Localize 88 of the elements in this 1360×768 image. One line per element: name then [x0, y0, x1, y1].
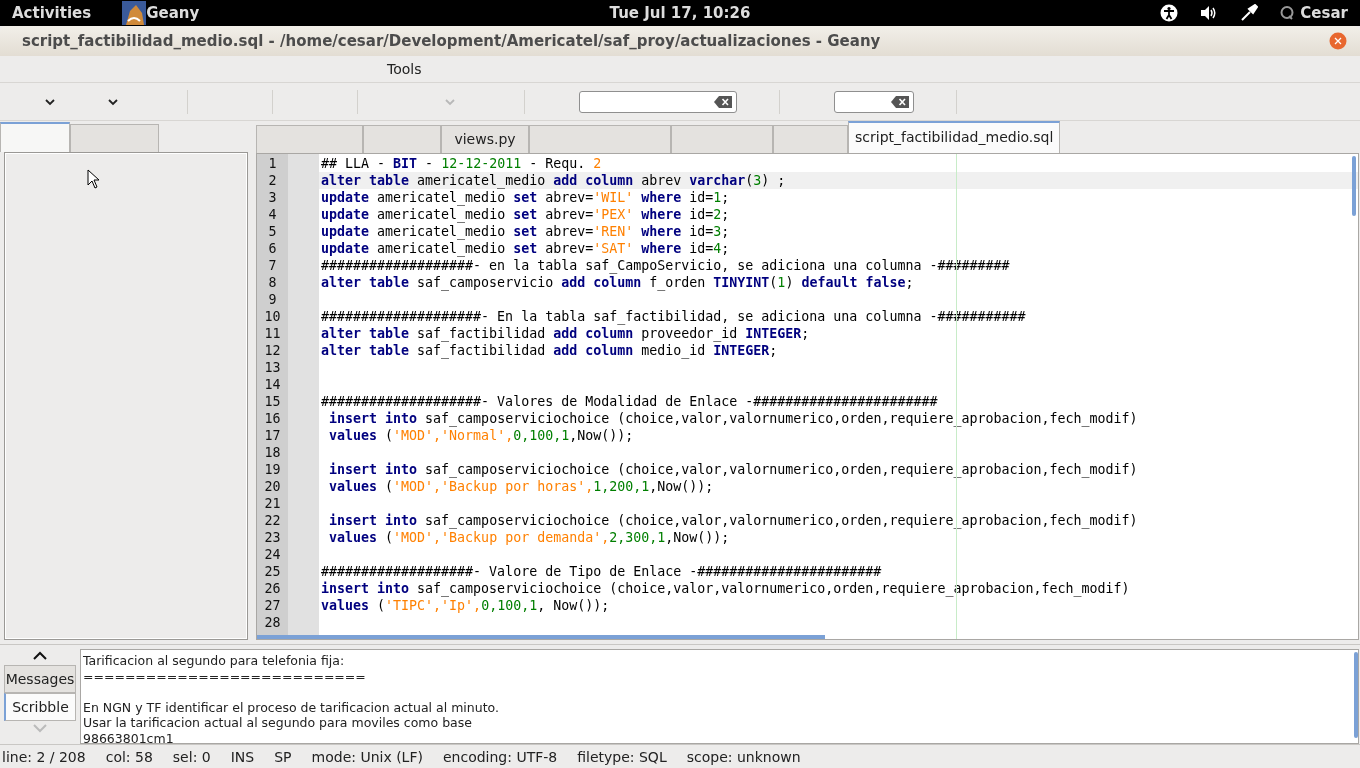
search-field[interactable]: [579, 90, 737, 113]
scribble-line: 98663801cm1: [83, 730, 175, 746]
status-item: scope: unknown: [686, 748, 801, 765]
line-number: 3: [267, 189, 278, 206]
code-line: values ('MOD','Backup por horas',1,200,1,Now());: [328, 479, 714, 494]
window-title: script_factibilidad_medio.sql - /home/cesar/Development/Americatel/saf_proy/actualizaciones - Geany: [22, 32, 881, 50]
code-line: insert into saf_camposerviciochoice (choice,valor,valornumerico,orden,requiere_aprobacion,fech_modif): [328, 411, 1138, 426]
code-line: alter table saf_factibilidad add column medio_id INTEGER;: [321, 343, 778, 358]
code-editor[interactable]: [256, 153, 1359, 640]
scribble-line: En NGN y TF identificar el proceso de tarificacion actual al minuto.: [83, 699, 500, 715]
line-number: 11: [263, 325, 282, 342]
status-item: INS: [230, 748, 255, 765]
status-item: SP: [274, 748, 292, 765]
app-name[interactable]: Geany: [146, 4, 200, 22]
line-number: 10: [263, 308, 282, 325]
accessibility-icon[interactable]: [1160, 4, 1179, 22]
status-item: encoding: UTF-8: [442, 748, 558, 765]
line-number: 13: [263, 359, 282, 376]
mouse-pointer-icon: [87, 169, 100, 189]
line-number: 4: [267, 206, 278, 223]
line-number: 9: [267, 291, 278, 308]
code-line: values ('TIPC','Ip',0,100,1, Now());: [321, 598, 610, 613]
line-number: 28: [263, 614, 282, 631]
line-number: 6: [267, 240, 278, 257]
line-number: 17: [263, 427, 282, 444]
code-line: insert into saf_camposerviciochoice (choice,valor,valornumerico,orden,requiere_aprobacion,fech_modif): [328, 513, 1138, 528]
code-line: update americatel_medio set abrev='WIL' where id=1;: [321, 190, 730, 205]
file-tab[interactable]: views.py: [441, 125, 529, 153]
activities-button[interactable]: Activities: [0, 4, 104, 22]
line-number: 7: [267, 257, 278, 274]
scroll-up-icon[interactable]: [32, 651, 48, 661]
clear-icon[interactable]: [714, 95, 732, 108]
code-line: alter table saf_camposervicio add column f_orden TINYINT(1) default false;: [321, 275, 914, 290]
line-number: 16: [263, 410, 282, 427]
pen-icon[interactable]: [1240, 4, 1259, 22]
scribble-line: ===========================: [83, 668, 367, 684]
line-number: 18: [263, 444, 282, 461]
scribble-area[interactable]: [80, 649, 1359, 744]
app-icon: [122, 1, 147, 25]
code-line: ###################- en la tabla saf_CampoServicio, se adiciona una columna -#########: [321, 258, 1010, 273]
code-line: insert into saf_camposerviciochoice (choice,valor,valornumerico,orden,requiere_aprobacion,fech_modif): [321, 581, 1130, 596]
status-item: filetype: SQL: [577, 748, 667, 765]
code-line: values ('MOD','Backup por demanda',2,300,1,Now());: [328, 530, 730, 545]
line-number: 12: [263, 342, 282, 359]
line-number: 2: [267, 172, 278, 189]
scribble-line: Usar la tarificacion actual al segundo para moviles como base: [83, 715, 473, 731]
line-number: 8: [267, 274, 278, 291]
line-number: 25: [263, 563, 282, 580]
line-number: 24: [263, 546, 282, 563]
line-number: 26: [263, 580, 282, 597]
line-number: 15: [263, 393, 282, 410]
code-line: ## LLA - BIT - 12-12-2011 - Requ. 2: [321, 156, 602, 171]
caret-icon[interactable]: [107, 97, 119, 106]
clock[interactable]: Tue Jul 17, 10:26: [609, 4, 751, 22]
goto-line-field[interactable]: [834, 90, 914, 113]
status-item: mode: Unix (LF): [311, 748, 423, 765]
code-line: values ('MOD','Normal',0,100,1,Now());: [328, 428, 634, 443]
scribble-line: Tarificacion al segundo para telefonia fija:: [83, 653, 346, 669]
user-name[interactable]: Cesar: [1300, 4, 1348, 22]
line-number: 14: [263, 376, 282, 393]
line-number: 21: [263, 495, 282, 512]
line-number: 27: [263, 597, 282, 614]
line-number: 22: [263, 512, 282, 529]
code-line: update americatel_medio set abrev='SAT' where id=4;: [321, 241, 730, 256]
code-line: ###################- Valore de Tipo de Enlace -#######################: [321, 564, 882, 579]
status-item: line: 2 / 208: [2, 748, 86, 765]
line-number: 5: [267, 223, 278, 240]
file-tab[interactable]: script_factibilidad_medio.sql: [848, 121, 1061, 153]
code-line: insert into saf_camposerviciochoice (choice,valor,valornumerico,orden,requiere_aprobacion,fech_modif): [328, 462, 1138, 477]
line-number: 19: [263, 461, 282, 478]
panel-tab[interactable]: Messages: [4, 665, 76, 693]
clear-icon[interactable]: [891, 95, 909, 108]
close-icon[interactable]: [1329, 32, 1347, 50]
line-number: 1: [267, 155, 278, 172]
chat-icon[interactable]: [1280, 6, 1295, 20]
code-line: update americatel_medio set abrev='PEX' where id=2;: [321, 207, 730, 222]
code-line: alter table americatel_medio add column abrev varchar(3) ;: [321, 173, 786, 188]
code-line: ####################- Valores de Modalidad de Enlace -#######################: [321, 394, 938, 409]
code-line: update americatel_medio set abrev='REN' where id=3;: [321, 224, 730, 239]
code-line: ####################- En la tabla saf_factibilidad, se adiciona una columna -###########: [321, 309, 1026, 324]
menu-item[interactable]: Tools: [387, 61, 422, 77]
line-number: 23: [263, 529, 282, 546]
panel-tab[interactable]: Scribble: [4, 693, 76, 721]
line-number: 20: [263, 478, 282, 495]
code-line: alter table saf_factibilidad add column proveedor_id INTEGER;: [321, 326, 810, 341]
status-item: sel: 0: [172, 748, 211, 765]
status-item: col: 58: [105, 748, 153, 765]
caret-icon[interactable]: [44, 97, 56, 106]
